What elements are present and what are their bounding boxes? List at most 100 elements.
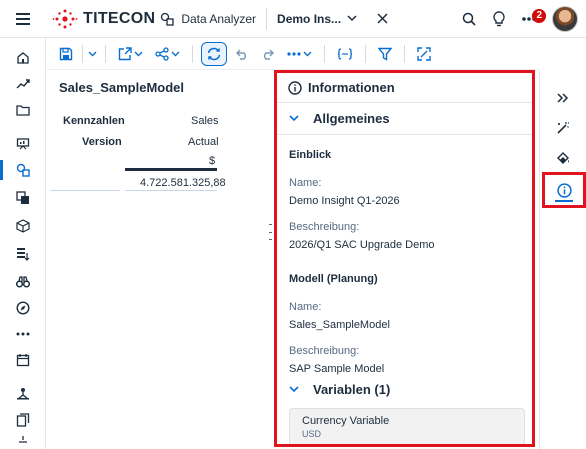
trend-icon [16,79,30,89]
notifications-button[interactable]: 2 [522,9,546,23]
insight-group-title: Einblick [289,149,332,161]
chevron-down-icon [289,385,299,392]
variable-value: USD [302,429,322,439]
cube-icon [16,219,30,233]
measures-header[interactable]: Kennzahlen [63,115,125,127]
app-name: Data Analyzer [181,11,257,26]
paint-bucket-icon [557,152,569,164]
redo-button[interactable] [257,42,279,66]
panel-header: Informationen [277,73,532,103]
stories-icon [17,248,30,261]
nav-compass[interactable] [0,294,46,322]
share-icon [155,46,169,61]
magic-wand-icon [557,122,569,134]
model-name-label: Name: [289,301,322,313]
fullscreen-icon [417,46,431,61]
insight-description-label: Beschreibung: [289,221,360,233]
side-navigation [0,38,46,449]
row-line [125,190,217,191]
share-menu-button[interactable] [114,42,147,66]
variables-section-header[interactable]: Variablen (1) [277,373,532,405]
filter-button[interactable] [374,42,396,66]
toolbar [47,38,539,70]
nav-data-analyzer[interactable] [0,156,46,184]
version-value[interactable]: Actual [188,136,219,148]
undo-button[interactable] [231,42,253,66]
info-icon [556,182,572,198]
variable-name: Currency Variable [302,415,390,427]
export-icon [118,46,132,60]
nav-documents[interactable] [0,406,46,434]
nav-home[interactable] [0,44,46,72]
search-icon[interactable] [462,12,476,26]
close-icon[interactable] [377,13,388,24]
datasets-icon [16,191,29,204]
nav-models[interactable] [0,212,46,240]
model-name: Sales_SampleModel [289,319,390,331]
nav-files[interactable] [0,96,46,124]
home-icon [17,52,29,64]
nav-trend[interactable] [0,70,46,98]
information-button[interactable] [542,172,586,208]
more-actions-button[interactable] [283,42,316,66]
folder-icon [16,105,30,116]
expand-panel-button[interactable] [540,84,586,112]
save-button[interactable] [55,42,77,66]
fullscreen-button[interactable] [413,42,435,66]
more-horizontal-icon [16,332,30,336]
version-header[interactable]: Version [82,136,122,148]
magic-wand-button[interactable] [540,114,586,142]
redo-icon [264,49,274,60]
styling-button[interactable] [540,144,586,172]
brand[interactable]: TITECON Data Analyzer [52,8,256,30]
divider [82,44,83,63]
nav-more[interactable] [0,320,46,348]
refresh-button[interactable] [201,41,227,66]
chevron-down-icon[interactable] [347,15,357,22]
nav-explore[interactable] [0,268,46,296]
row-line [50,190,120,191]
avatar[interactable] [552,6,578,32]
insight-name-label: Name: [289,177,322,189]
variable-card[interactable]: Currency Variable USD [289,408,525,444]
general-section-title: Allgemeines [313,111,390,126]
nav-bottom[interactable] [0,432,46,448]
hierarchy-icon [17,388,29,400]
presentation-icon [16,138,30,150]
nav-import[interactable] [0,240,46,268]
lightbulb-icon[interactable] [492,11,506,27]
share-button[interactable] [151,42,184,66]
data-grid: Sales_SampleModel Kennzahlen Sales Versi… [47,70,272,449]
panel-resize-handle[interactable] [269,224,272,240]
nav-stories[interactable] [0,130,46,158]
data-analyzer-app-icon [161,12,174,26]
divider [365,44,366,63]
titecon-logo-icon [52,9,78,28]
info-icon [288,80,302,95]
information-panel: Informationen Allgemeines Einblick Name:… [274,70,535,447]
double-chevron-right-icon [557,93,569,103]
amount-cell[interactable]: 4.722.581.325,88 [140,177,226,189]
insight-group: Einblick Name: Demo Insight Q1-2026 Besc… [277,149,532,251]
nav-datasets[interactable] [0,184,46,212]
data-analyzer-icon [16,163,30,177]
braces-icon [337,47,353,60]
measure-value[interactable]: Sales [191,115,219,127]
hamburger-icon [16,12,30,25]
pin-icon [19,436,27,443]
general-section-header[interactable]: Allgemeines [277,103,532,135]
divider [266,7,268,30]
chevron-down-icon [171,51,180,56]
refresh-icon [207,47,221,60]
shell-bar: TITECON Data Analyzer Demo Ins... 2 [0,0,586,38]
chevron-down-icon[interactable] [88,51,97,57]
undo-icon [236,49,246,60]
nav-hierarchy[interactable] [0,380,46,408]
brand-name: TITECON [83,9,156,27]
files-icon [16,413,30,427]
formula-button[interactable] [333,42,357,66]
save-icon [59,47,73,60]
menu-button[interactable] [0,0,46,38]
document-title[interactable]: Demo Ins... [277,12,341,26]
nav-calendar[interactable] [0,346,46,374]
